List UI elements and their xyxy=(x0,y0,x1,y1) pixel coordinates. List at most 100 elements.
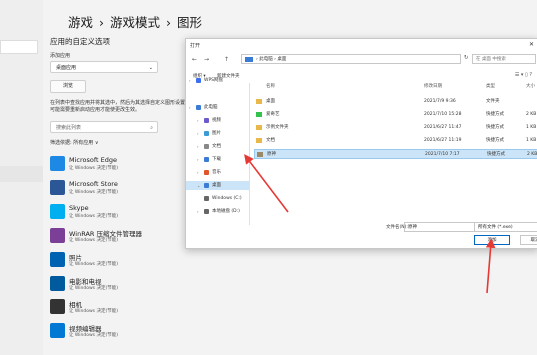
folder-icon xyxy=(204,144,209,149)
app-list-item[interactable]: 视频编辑器让 Windows 决定(节能) xyxy=(50,321,180,343)
breadcrumb-gaming[interactable]: 游戏 xyxy=(68,15,93,30)
file-name: 原神 xyxy=(267,152,276,157)
app-gpu-preference: 让 Windows 决定(节能) xyxy=(69,309,118,314)
nav-search-box[interactable] xyxy=(0,40,38,54)
nav-pane-item[interactable]: › 音乐 xyxy=(186,168,249,177)
chevron-right-icon[interactable]: › xyxy=(197,129,199,138)
file-name: 爱奇艺 xyxy=(266,112,280,117)
dialog-search-input[interactable]: 在 桌面 中搜索 xyxy=(472,54,536,64)
breadcrumb-game-mode[interactable]: 游戏模式 xyxy=(110,15,160,30)
file-type: 快捷方式 xyxy=(486,112,504,117)
nav-pane-item[interactable]: Windows (C:) xyxy=(186,194,249,203)
chevron-right-icon[interactable]: › xyxy=(197,142,199,151)
file-row[interactable]: 示例文件夹 2021/6/27 11:47 快捷方式 1 KB xyxy=(254,123,537,133)
folder-icon xyxy=(204,157,209,162)
nav-pane-item[interactable]: › 本地磁盘 (D:) xyxy=(186,207,249,216)
chevron-right-icon[interactable]: › xyxy=(197,168,199,177)
nav-pane-label: 此电脑 xyxy=(204,105,218,110)
file-row[interactable]: 爱奇艺 2021/7/10 15:28 快捷方式 2 KB xyxy=(254,110,537,120)
nav-selected-item[interactable] xyxy=(0,166,43,182)
nav-pane-item[interactable]: › 视频 xyxy=(186,116,249,125)
filetype-dropdown[interactable]: 所有文件 (*.exe) xyxy=(474,222,537,232)
nav-pane-item[interactable]: › 下载 xyxy=(186,155,249,164)
nav-pane-item[interactable]: ⌄ 桌面 xyxy=(186,181,249,190)
app-gpu-preference: 让 Windows 决定(节能) xyxy=(69,262,118,267)
close-icon[interactable]: ✕ xyxy=(529,41,534,48)
nav-pane-item[interactable]: › 此电脑 xyxy=(186,103,249,112)
app-list-item[interactable]: Microsoft Edge 让 Windows 决定(节能) xyxy=(50,154,180,176)
app-icon xyxy=(50,180,65,195)
file-row[interactable]: 原神 2021/7/10 7:17 快捷方式 2 KB xyxy=(254,149,537,159)
forward-arrow-icon[interactable]: → xyxy=(204,56,209,63)
file-icon xyxy=(256,99,262,104)
chevron-right-icon[interactable]: › xyxy=(197,155,199,164)
dialog-nav-pane: › WPS网盘 › 此电脑 › 视频 › 图片 › 文档 › 下载 › 音乐 ⌄ 桌面 Windows (C:)… xyxy=(186,78,250,225)
file-type: 快捷方式 xyxy=(487,152,505,157)
app-icon xyxy=(50,228,65,243)
nav-pane-item[interactable]: › WPS网盘 xyxy=(186,76,249,85)
cancel-button[interactable]: 取消 xyxy=(520,235,537,245)
chevron-down-icon: ⌄ xyxy=(148,65,153,71)
file-icon xyxy=(257,152,263,157)
nav-pane-label: 图片 xyxy=(212,131,221,136)
file-date: 2021/7/10 7:17 xyxy=(425,152,460,157)
app-list-item[interactable]: 电影和电视让 Windows 决定(节能) xyxy=(50,274,180,296)
app-name: Microsoft Store xyxy=(69,180,118,188)
app-gpu-preference: 让 Windows 决定(节能) xyxy=(69,333,118,338)
search-icon: ⌕ xyxy=(150,125,153,131)
nav-pane-label: Windows (C:) xyxy=(212,196,242,201)
app-icon xyxy=(50,276,65,291)
file-icon xyxy=(256,138,262,143)
app-gpu-preference: 让 Windows 决定(节能) xyxy=(69,238,118,243)
app-list-search-input[interactable]: 搜索此列表 ⌕ xyxy=(50,121,158,133)
nav-pane-label: 本地磁盘 (D:) xyxy=(212,209,240,214)
app-gpu-preference: 让 Windows 决定(节能) xyxy=(69,166,118,171)
app-type-dropdown[interactable]: 桌面应用 ⌄ xyxy=(50,61,158,73)
dropdown-value: 桌面应用 xyxy=(56,65,77,71)
folder-icon xyxy=(196,78,201,83)
breadcrumb: 游戏 › 游戏模式 › 图形 xyxy=(68,12,204,31)
nav-pane-label: 文档 xyxy=(212,144,221,149)
chevron-right-icon[interactable]: › xyxy=(189,103,191,112)
nav-pane-item[interactable]: › 图片 xyxy=(186,129,249,138)
column-type[interactable]: 类型 xyxy=(486,83,495,89)
address-bar[interactable]: › 此电脑 › 桌面 xyxy=(241,54,461,64)
folder-icon xyxy=(204,183,209,188)
file-icon xyxy=(256,112,262,117)
nav-pane-label: 视频 xyxy=(212,118,221,123)
back-arrow-icon[interactable]: ← xyxy=(192,56,197,63)
chevron-right-icon[interactable]: › xyxy=(197,207,199,216)
app-list-item[interactable]: Skype 让 Windows 决定(节能) xyxy=(50,202,180,224)
app-list-item[interactable]: 照片让 Windows 决定(节能) xyxy=(50,250,180,272)
folder-icon xyxy=(204,209,209,214)
section-title: 应用的自定义选项 xyxy=(50,37,110,46)
app-icon xyxy=(50,156,65,171)
app-icon xyxy=(50,204,65,219)
up-arrow-icon[interactable]: ↑ xyxy=(224,56,229,63)
chevron-right-icon[interactable]: ⌄ xyxy=(197,181,200,190)
filter-dropdown[interactable]: 筛选依据: 所有应用 ∨ xyxy=(50,139,99,146)
column-date[interactable]: 修改日期 xyxy=(424,83,442,89)
chevron-right-icon[interactable]: › xyxy=(197,116,199,125)
app-name: Skype xyxy=(69,204,89,212)
file-icon xyxy=(256,125,262,130)
file-row[interactable]: 桌面 2021/7/9 9:36 文件夹 xyxy=(254,97,537,107)
app-list-item[interactable]: WinRAR 压缩文件管理器让 Windows 决定(节能) xyxy=(50,226,180,248)
file-size: 1 KB xyxy=(526,125,537,130)
nav-pane-item[interactable]: › 文档 xyxy=(186,142,249,151)
folder-icon xyxy=(204,118,209,123)
add-button[interactable]: 添加 xyxy=(474,235,510,245)
app-list-item[interactable]: Microsoft Store 让 Windows 决定(节能) xyxy=(50,178,180,200)
view-options-icons[interactable]: ☰ ▾ ▯ ? xyxy=(515,72,532,78)
file-row[interactable]: 文档 2021/6/27 11:19 快捷方式 1 KB xyxy=(254,136,537,146)
column-name[interactable]: 名称 xyxy=(266,83,275,89)
column-size[interactable]: 大小 xyxy=(526,83,535,89)
file-size: 2 KB xyxy=(526,112,537,117)
app-list-item[interactable]: 相机让 Windows 决定(节能) xyxy=(50,297,180,319)
file-list-headers: 名称 修改日期 类型 大小 xyxy=(254,83,537,91)
browse-button[interactable]: 浏览 xyxy=(50,80,86,93)
folder-icon xyxy=(204,170,209,175)
refresh-icon[interactable]: ↻ xyxy=(464,55,469,61)
file-date: 2021/7/9 9:36 xyxy=(424,99,456,104)
chevron-right-icon[interactable]: › xyxy=(189,76,191,85)
